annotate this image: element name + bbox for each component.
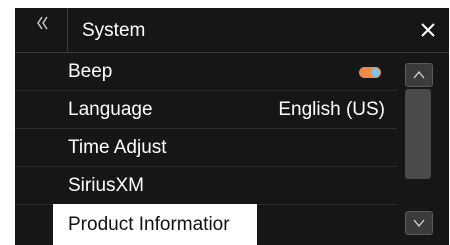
list-item-language[interactable]: Language English (US) [15,91,397,129]
header-bar: System [15,8,449,53]
settings-screen: System Beep Language English (US) Time A… [15,8,449,245]
list-item-label: Time Adjust [68,137,167,158]
language-value: English (US) [278,99,385,120]
double-chevron-left-icon [37,16,48,30]
toggle-knob [371,68,380,77]
chevron-up-icon [413,70,425,79]
list-item-label: Beep [68,61,113,82]
close-button[interactable] [409,8,449,52]
list-item-siriusxm[interactable]: SiriusXM [15,167,397,205]
scrollbar-thumb[interactable] [405,89,431,179]
back-button[interactable] [15,8,68,52]
close-icon [421,23,435,37]
list-item-time-adjust[interactable]: Time Adjust [15,129,397,167]
list-item-product-information[interactable]: Product Informatior [53,204,257,245]
list-item-label: Product Informatior [68,214,230,235]
page-title: System [82,20,146,41]
beep-toggle[interactable] [359,67,381,78]
scroll-down-button[interactable] [405,211,433,235]
list-item-label: Language [68,99,153,120]
chevron-down-icon [413,219,425,228]
scroll-up-button[interactable] [405,63,433,87]
list-item-label: SiriusXM [68,175,145,196]
list-item-beep[interactable]: Beep [15,53,397,91]
